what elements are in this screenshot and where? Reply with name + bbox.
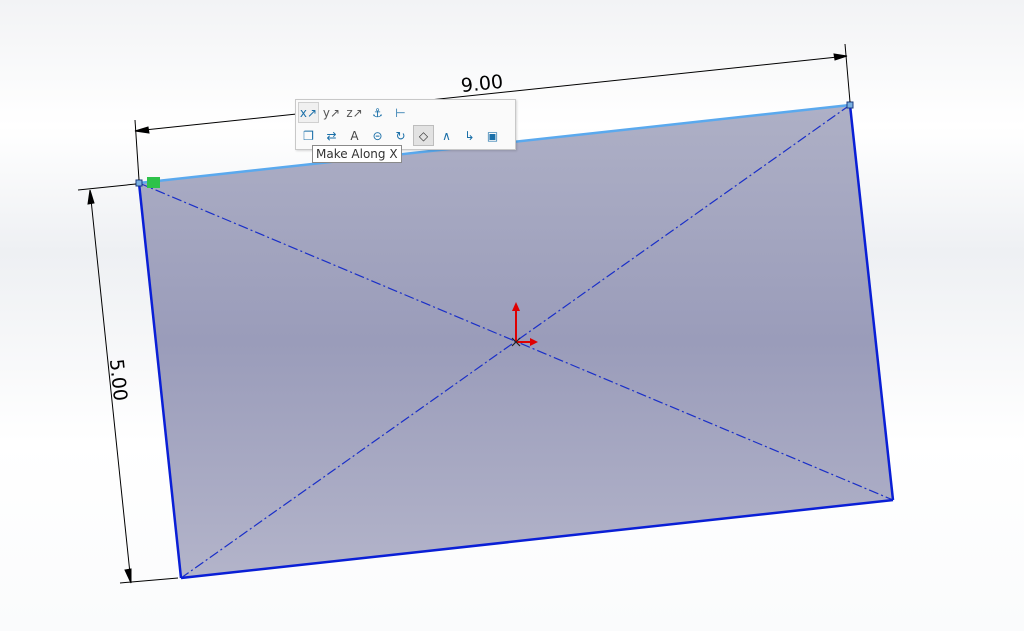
make-along-z-icon[interactable]: z↗ (344, 102, 365, 123)
add-relation-icon[interactable]: A (344, 125, 365, 146)
sketch-line-icon[interactable]: ∧ (436, 125, 457, 146)
horizontal-relation-badge[interactable] (147, 177, 160, 188)
smart-dimension-icon[interactable]: ⊢ (390, 102, 411, 123)
width-dimension-value[interactable]: 9.00 (460, 71, 504, 97)
convert-entities-icon[interactable]: ⇄ (321, 125, 342, 146)
tooltip: Make Along X (312, 145, 402, 163)
view-3d-icon[interactable]: ▣ (482, 125, 503, 146)
display-relations-icon[interactable]: ⊝ (367, 125, 388, 146)
rotate-view-icon[interactable]: ↻ (390, 125, 411, 146)
height-dimension-value[interactable]: 5.00 (105, 358, 131, 402)
endpoint-handle[interactable] (135, 179, 143, 187)
fix-icon[interactable]: ⚓ (367, 102, 388, 123)
context-toolbar: x↗ y↗ z↗ ⚓ ⊢ ❐ ⇄ A ⊝ ↻ ◇ ∧ ↳ ▣ (295, 99, 516, 150)
sketch-canvas[interactable]: 9.00 5.00 (0, 0, 1024, 631)
make-along-y-icon[interactable]: y↗ (321, 102, 342, 123)
offset-entities-icon[interactable]: ↳ (459, 125, 480, 146)
endpoint-handle[interactable] (846, 101, 854, 109)
make-along-x-icon[interactable]: x↗ (298, 102, 319, 123)
select-other-icon[interactable]: ❐ (298, 125, 319, 146)
normal-to-icon[interactable]: ◇ (413, 125, 434, 146)
